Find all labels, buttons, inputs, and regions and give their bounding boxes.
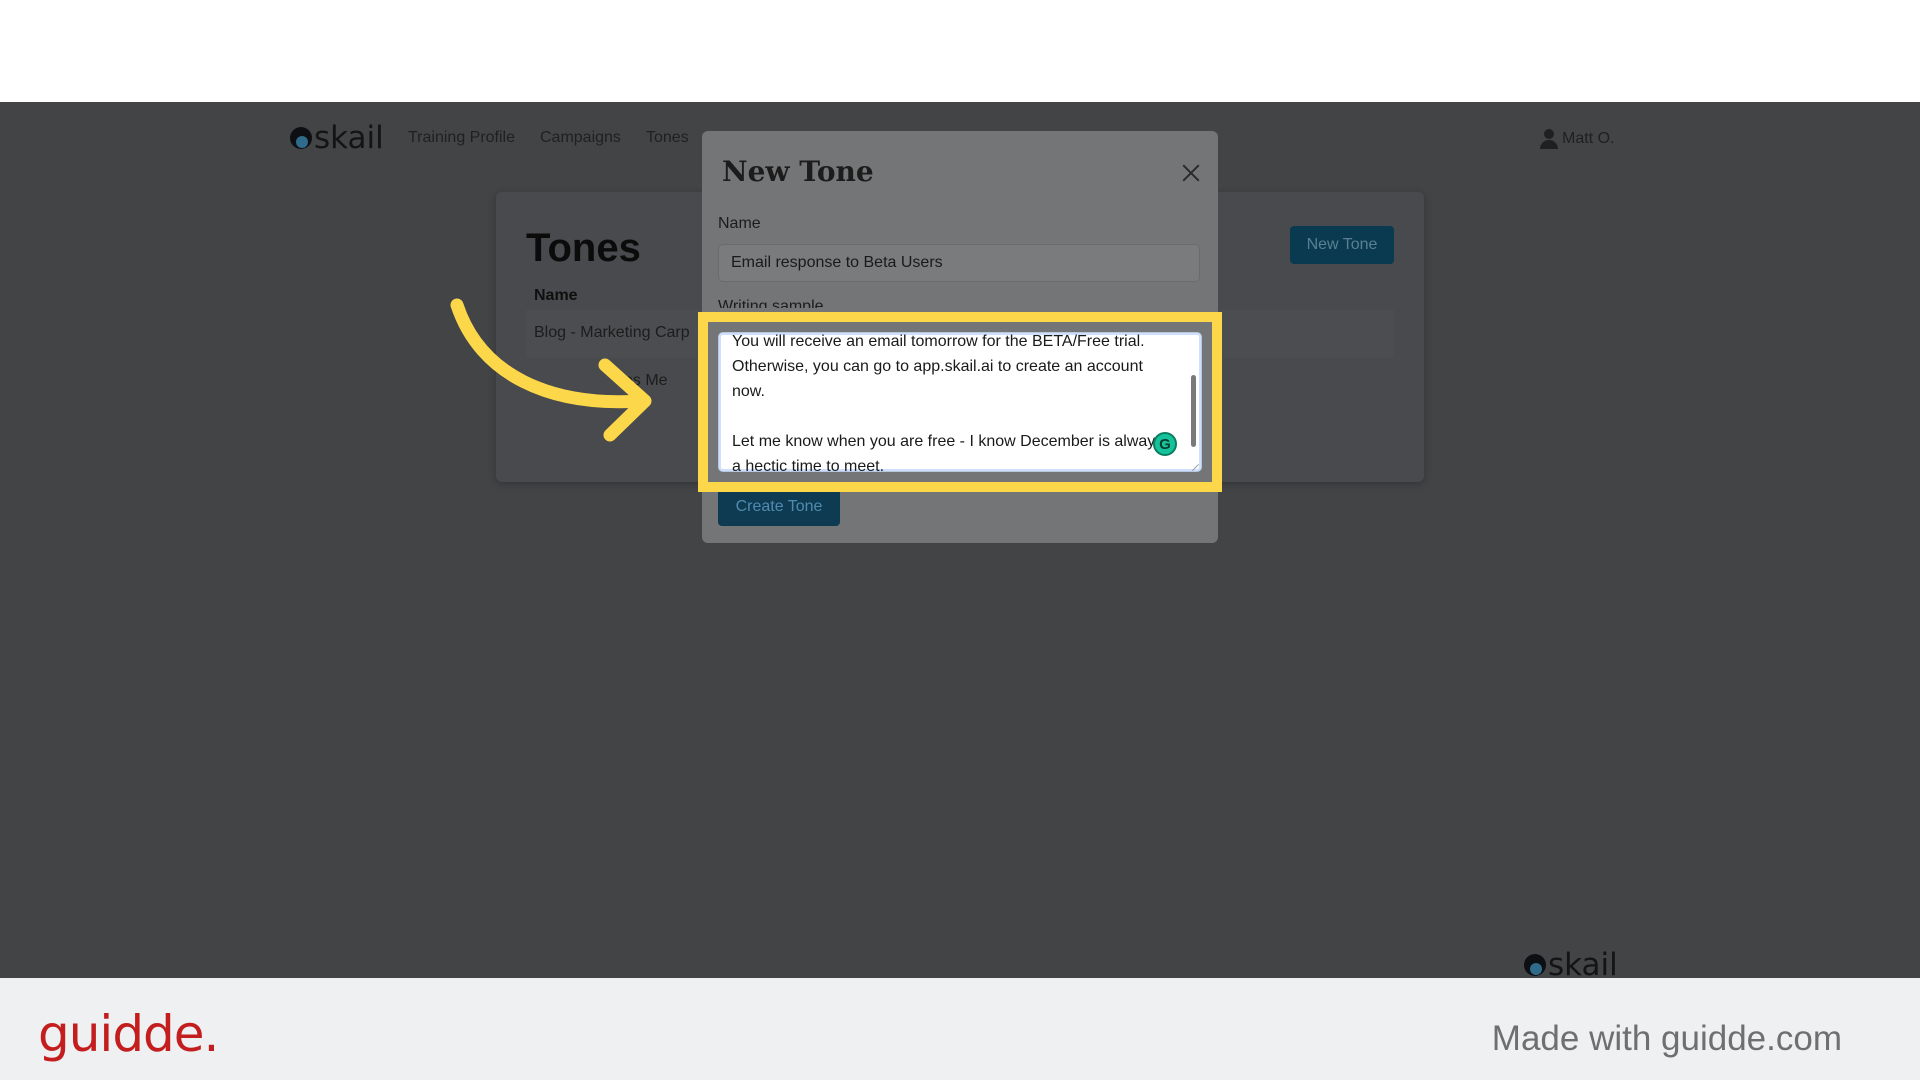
writing-sample-text: You will receive an email tomorrow for t… xyxy=(732,333,1164,472)
skail-logo-icon xyxy=(290,127,312,149)
skail-watermark-logo: skail xyxy=(1524,947,1618,978)
app-screenshot: skail Training Profile Campaigns Tones M… xyxy=(0,102,1920,978)
user-icon xyxy=(1540,129,1558,149)
close-icon[interactable] xyxy=(1180,162,1202,184)
skail-logo-text: skail xyxy=(314,120,384,156)
skail-logo-text: skail xyxy=(1548,947,1618,978)
new-tone-button[interactable]: New Tone xyxy=(1290,226,1394,264)
modal-title: New Tone xyxy=(722,155,874,188)
name-input[interactable] xyxy=(718,244,1200,282)
textarea-scrollbar[interactable] xyxy=(1191,375,1196,447)
guidde-logo[interactable]: guidde. xyxy=(38,1005,219,1063)
user-name: Matt O. xyxy=(1562,130,1615,147)
nav-tones[interactable]: Tones xyxy=(646,129,689,147)
nav-training-profile[interactable]: Training Profile xyxy=(408,129,515,147)
grammarly-icon[interactable]: G xyxy=(1153,432,1177,456)
writing-sample-textarea[interactable]: You will receive an email tomorrow for t… xyxy=(718,332,1202,472)
pointer-arrow-icon xyxy=(450,298,652,442)
top-margin xyxy=(0,0,1920,102)
skail-logo[interactable]: skail xyxy=(290,120,384,156)
writing-sample-label: Writing sample xyxy=(718,298,824,308)
footer-tagline[interactable]: Made with guidde.com xyxy=(1492,1019,1842,1059)
resize-handle-icon[interactable] xyxy=(1191,461,1199,469)
user-menu[interactable]: Matt O. xyxy=(1540,129,1614,149)
page-title: Tones xyxy=(526,226,641,270)
skail-logo-icon xyxy=(1524,954,1546,976)
create-tone-button[interactable]: Create Tone xyxy=(718,488,840,526)
name-label: Name xyxy=(718,215,761,232)
nav-campaigns[interactable]: Campaigns xyxy=(540,129,621,147)
